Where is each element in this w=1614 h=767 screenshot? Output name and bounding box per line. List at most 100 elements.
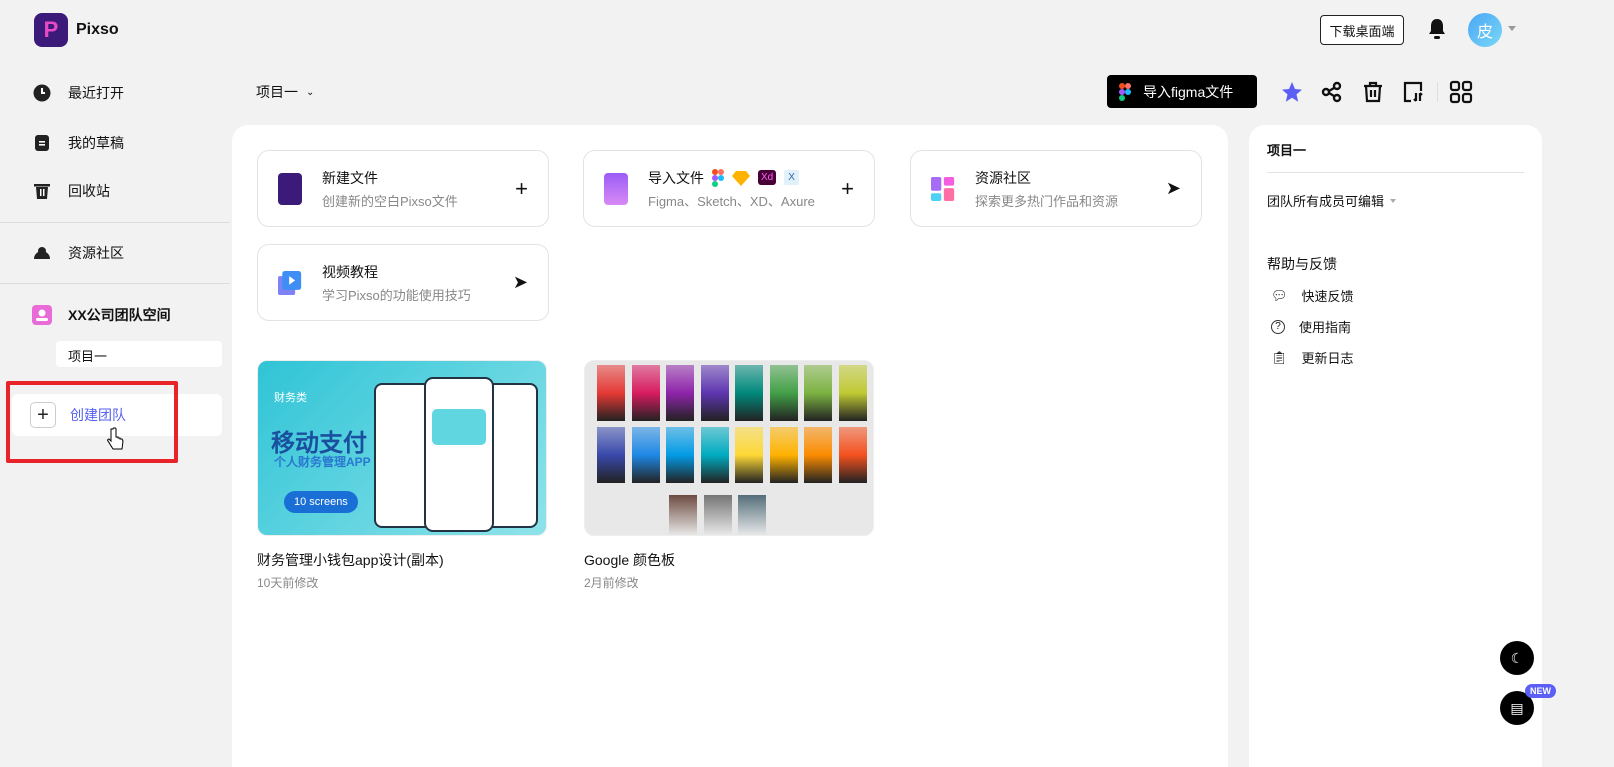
help-circle-icon: ? (1271, 319, 1285, 334)
help-item-guide[interactable]: ? 使用指南 (1267, 317, 1524, 336)
divider (0, 283, 230, 284)
thumb-subtitle: 个人财务管理APP (274, 455, 371, 469)
palette-swatch (735, 365, 763, 421)
divider (0, 222, 230, 223)
palette-swatch (669, 495, 697, 535)
team-name: XX公司团队空间 (68, 307, 171, 323)
palette-swatch (666, 365, 694, 421)
file-card[interactable]: Google 颜色板 2月前修改 (584, 360, 874, 591)
team-space[interactable]: XX公司团队空间 (0, 295, 230, 335)
card-title: 导入文件 (648, 169, 704, 186)
palette-swatch (631, 427, 660, 483)
video-tutorial-card[interactable]: 视频教程学习Pixso的功能使用技巧 ➤ (257, 244, 549, 321)
feedback-icon: 💬︎ (1271, 287, 1288, 303)
sidebar-item-drafts[interactable]: 我的草稿 (0, 123, 230, 163)
sidebar-item-label: 我的草稿 (68, 135, 124, 151)
card-subtitle: 创建新的空白Pixso文件 (322, 193, 458, 209)
file-modified: 2月前修改 (584, 576, 639, 590)
card-subtitle: Figma、Sketch、XD、Axure (648, 193, 815, 209)
send-arrow-icon[interactable]: ➤ (1166, 178, 1181, 199)
palette-swatch (597, 365, 625, 421)
phone-mockup (424, 377, 494, 532)
panel-project-title: 项目一 (1267, 125, 1524, 173)
thumb-tag: 财务类 (274, 392, 307, 404)
sidebar-item-trash[interactable]: 回收站 (0, 171, 230, 211)
help-label: 快速反馈 (1301, 289, 1354, 304)
sidebar-item-label: 资源社区 (68, 245, 124, 261)
video-icon (278, 270, 302, 295)
user-avatar[interactable]: 皮 (1468, 13, 1502, 47)
axure-icon: X (784, 170, 799, 185)
help-title: 帮助与反馈 (1267, 256, 1337, 272)
sidebar-project-item[interactable]: 项目一 (56, 341, 222, 367)
community-card[interactable]: 资源社区 探索更多热门作品和资源 ➤ (910, 150, 1202, 227)
moon-icon: ☾ (1510, 649, 1524, 666)
import-figma-button[interactable]: 导入figma文件 (1107, 75, 1257, 108)
project-name: 项目一 (256, 84, 298, 100)
plus-icon[interactable]: + (841, 176, 854, 202)
file-name: Google 颜色板 (584, 552, 676, 568)
file-card[interactable]: 财务类 移动支付 个人财务管理APP 10 screens 财务管理小钱包app… (257, 360, 547, 591)
share-icon[interactable] (1320, 80, 1344, 104)
figma-icon (712, 168, 724, 187)
grid-view-icon[interactable] (1449, 80, 1473, 104)
palette-swatch (700, 365, 729, 421)
palette-swatch (738, 495, 766, 535)
permission-label: 团队所有成员可编辑 (1267, 194, 1385, 209)
import-file-card[interactable]: 导入文件 Xd X Figma、Sketch、XD、Axure + (583, 150, 875, 227)
chevron-down-icon: ⌄ (306, 86, 315, 98)
project-selector[interactable]: 项目一 ⌄ (256, 82, 314, 102)
file-modified: 10天前修改 (257, 576, 319, 590)
app-logo[interactable]: P Pixso (34, 13, 119, 47)
dark-mode-toggle[interactable]: ☾ (1500, 641, 1534, 675)
file-name: 财务管理小钱包app设计(副本) (257, 552, 444, 568)
figma-icon (1119, 82, 1131, 101)
import-figma-label: 导入figma文件 (1143, 83, 1234, 100)
plus-icon[interactable]: + (515, 176, 528, 202)
community-icon (32, 243, 52, 263)
highlight-box (6, 381, 178, 463)
sidebar-item-label: 最近打开 (68, 85, 124, 101)
palette-swatch (804, 365, 832, 421)
bell-icon[interactable] (1427, 18, 1447, 40)
sketch-icon (732, 170, 750, 186)
palette-swatch (631, 365, 660, 421)
palette-swatch (700, 427, 729, 483)
chevron-down-icon[interactable] (1508, 26, 1516, 31)
help-item-feedback[interactable]: 💬︎ 快速反馈 (1267, 286, 1524, 305)
app-name: Pixso (76, 21, 119, 38)
sidebar-item-community[interactable]: 资源社区 (0, 233, 230, 273)
export-icon[interactable] (1401, 80, 1425, 104)
clock-icon (32, 83, 52, 103)
new-badge: NEW (1525, 684, 1556, 698)
send-arrow-icon[interactable]: ➤ (513, 272, 528, 293)
card-subtitle: 学习Pixso的功能使用技巧 (322, 287, 471, 303)
sidebar-item-label: 回收站 (68, 183, 110, 199)
palette-swatch (769, 365, 798, 421)
clipboard-icon: 📋︎ (1271, 349, 1288, 365)
help-item-changelog[interactable]: 📋︎ 更新日志 (1267, 348, 1524, 367)
palette-swatch (666, 427, 694, 483)
palette-swatch (597, 427, 625, 483)
document-icon: ▤ (1510, 699, 1524, 716)
community-icon (931, 176, 955, 201)
help-label: 更新日志 (1301, 351, 1354, 366)
thumb-button: 10 screens (284, 491, 358, 513)
card-subtitle: 探索更多热门作品和资源 (975, 193, 1119, 209)
card-title: 视频教程 (322, 263, 378, 280)
import-file-icon (604, 172, 628, 205)
trash-icon[interactable] (1361, 80, 1385, 104)
palette-swatch (735, 427, 763, 483)
download-desktop-button[interactable]: 下载桌面端 (1320, 15, 1404, 45)
palette-swatch (804, 427, 832, 483)
team-icon (32, 305, 52, 325)
star-icon[interactable] (1280, 80, 1304, 104)
sidebar-item-recent[interactable]: 最近打开 (0, 73, 230, 113)
pixso-file-icon (278, 172, 302, 205)
caret-down-icon (1390, 198, 1397, 203)
xd-icon: Xd (758, 170, 777, 185)
card-title: 新建文件 (322, 169, 378, 186)
help-label: 使用指南 (1299, 320, 1352, 335)
permission-dropdown[interactable]: 团队所有成员可编辑 (1267, 191, 1524, 210)
new-file-card[interactable]: 新建文件创建新的空白Pixso文件 + (257, 150, 549, 227)
